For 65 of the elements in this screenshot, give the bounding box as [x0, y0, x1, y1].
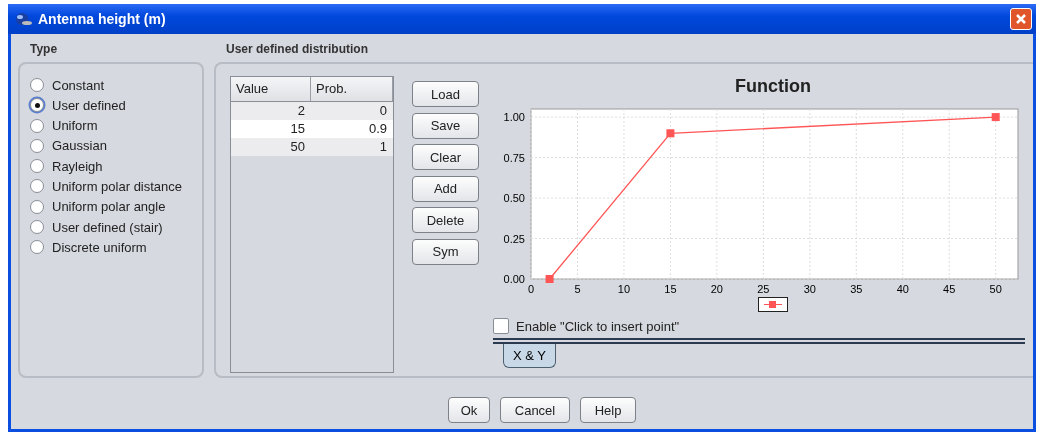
action-button[interactable]: Add: [412, 175, 479, 202]
radio-label[interactable]: Discrete uniform: [52, 239, 147, 255]
window-title: Antenna height (m): [38, 11, 167, 27]
radio-button[interactable]: [30, 240, 44, 255]
radio-button[interactable]: [30, 78, 44, 92]
radio-button[interactable]: [30, 179, 44, 194]
dialog-button[interactable]: Cancel: [500, 397, 570, 423]
radio-label[interactable]: Uniform polar angle: [52, 199, 166, 215]
x-tick-label: 15: [664, 283, 677, 295]
section-heading: User defined distribution: [225, 41, 369, 58]
x-tick-label: 40: [896, 283, 909, 295]
table-cell-text: 50: [289, 138, 306, 156]
x-tick-label: 25: [757, 283, 770, 295]
x-tick-label: 45: [943, 283, 956, 295]
table-cell-text: 0: [378, 102, 388, 120]
table-cell-text: 0.9: [367, 120, 388, 138]
action-button[interactable]: Load: [412, 81, 479, 107]
checkbox-label[interactable]: Enable "Click to insert point": [516, 318, 680, 334]
radio-button[interactable]: [30, 159, 44, 174]
checkbox[interactable]: [493, 318, 509, 334]
table-cell-text: 2: [296, 102, 306, 120]
y-tick-label: 0.25: [503, 232, 525, 245]
x-tick-label: 0: [527, 283, 535, 295]
data-point[interactable]: [991, 113, 1000, 122]
action-button[interactable]: Sym: [412, 238, 479, 265]
dialog-button[interactable]: Ok: [448, 397, 490, 423]
table-cell-text: 15: [289, 120, 306, 138]
close-icon: [1015, 13, 1027, 25]
x-tick-label: 50: [989, 283, 1002, 295]
tab[interactable]: X & Y: [503, 344, 556, 368]
y-tick-label: 0.50: [503, 192, 525, 205]
radio-label[interactable]: User defined: [52, 97, 126, 113]
section-heading: Type: [29, 41, 59, 58]
y-tick-label: 0.00: [503, 273, 525, 285]
data-point[interactable]: [666, 129, 675, 138]
x-tick-label: 5: [574, 283, 581, 295]
radio-button[interactable]: [30, 138, 44, 153]
globe-icon: [14, 12, 32, 26]
chart-title: Function: [735, 76, 811, 97]
y-tick-label: 1.00: [503, 111, 525, 124]
data-point[interactable]: [545, 275, 554, 283]
x-tick-label: 10: [617, 283, 631, 295]
radio-button[interactable]: [30, 220, 44, 235]
action-button[interactable]: Clear: [412, 144, 479, 170]
close-button[interactable]: [1010, 8, 1032, 30]
radio-label[interactable]: Gaussian: [52, 138, 107, 154]
legend-icon: [758, 297, 788, 312]
radio-label[interactable]: Rayleigh: [52, 158, 103, 174]
y-tick-label: 0.75: [503, 151, 525, 164]
radio-button[interactable]: [30, 199, 44, 214]
table-cell-text: 1: [378, 138, 388, 156]
radio-label[interactable]: Uniform: [52, 118, 98, 134]
radio-label[interactable]: Uniform polar distance: [52, 179, 183, 194]
radio-label[interactable]: User defined (stair): [52, 219, 163, 235]
x-tick-label: 20: [710, 283, 723, 295]
action-button[interactable]: Save: [412, 112, 479, 139]
radio-button[interactable]: [30, 118, 44, 133]
radio-button[interactable]: [30, 98, 44, 113]
action-button[interactable]: Delete: [412, 207, 479, 233]
x-tick-label: 35: [850, 283, 863, 295]
x-tick-label: 30: [803, 283, 816, 295]
radio-label[interactable]: Constant: [52, 77, 105, 93]
column-header[interactable]: Prob.: [311, 77, 393, 101]
dialog-button[interactable]: Help: [580, 397, 636, 423]
column-header[interactable]: Value: [231, 77, 311, 101]
